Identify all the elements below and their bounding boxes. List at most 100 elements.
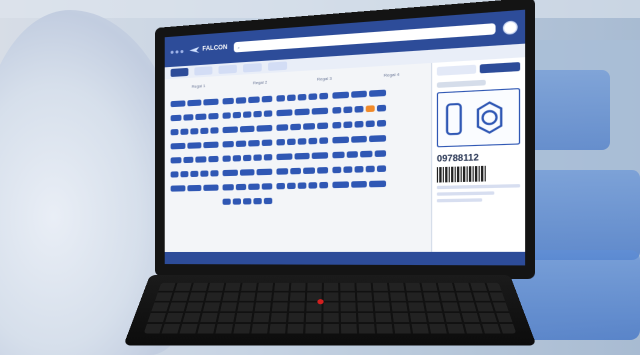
bin[interactable] <box>294 108 310 116</box>
bin[interactable] <box>308 182 318 189</box>
bin[interactable] <box>235 97 247 104</box>
bin[interactable] <box>316 122 329 130</box>
bin[interactable] <box>287 138 296 146</box>
bin[interactable] <box>332 166 342 174</box>
bin[interactable] <box>297 182 307 189</box>
bin[interactable] <box>369 89 387 97</box>
bin[interactable] <box>263 110 273 117</box>
minimize-dot-icon[interactable] <box>175 49 179 54</box>
user-avatar[interactable] <box>502 20 518 35</box>
bin[interactable] <box>297 93 307 101</box>
bin[interactable] <box>319 92 329 100</box>
bin[interactable] <box>235 183 247 191</box>
bin[interactable] <box>308 137 318 145</box>
bin[interactable] <box>253 110 262 118</box>
bin[interactable] <box>343 121 353 129</box>
bin[interactable] <box>187 142 202 149</box>
bin[interactable] <box>243 154 252 162</box>
bin[interactable] <box>222 184 234 191</box>
bin[interactable] <box>276 182 285 190</box>
bin[interactable] <box>319 137 329 144</box>
bin[interactable] <box>332 121 342 129</box>
bin[interactable] <box>170 157 181 164</box>
bin[interactable] <box>343 106 353 114</box>
bin[interactable] <box>207 155 219 163</box>
bin[interactable] <box>203 141 219 149</box>
close-dot-icon[interactable] <box>170 50 174 54</box>
bin[interactable] <box>369 180 387 188</box>
bin[interactable] <box>239 169 255 176</box>
bin[interactable] <box>170 171 179 178</box>
bin[interactable] <box>239 125 255 133</box>
bin[interactable] <box>243 198 252 205</box>
bin[interactable] <box>332 151 344 159</box>
bin[interactable] <box>222 198 231 205</box>
bin[interactable] <box>187 99 202 107</box>
bin[interactable] <box>256 168 273 176</box>
bin[interactable] <box>222 112 231 119</box>
bin[interactable] <box>376 165 387 173</box>
bin[interactable] <box>369 135 387 143</box>
bin[interactable] <box>210 170 219 177</box>
bin[interactable] <box>170 114 181 122</box>
bin[interactable] <box>248 183 260 190</box>
bin[interactable] <box>354 120 364 128</box>
bin[interactable] <box>235 140 247 148</box>
bin[interactable] <box>316 167 329 174</box>
bin[interactable] <box>365 120 375 128</box>
bin[interactable] <box>263 154 273 161</box>
bin[interactable] <box>261 139 273 147</box>
bin[interactable] <box>222 126 238 134</box>
bin[interactable] <box>200 127 209 135</box>
bin[interactable] <box>276 153 293 161</box>
bin[interactable] <box>276 138 285 146</box>
tab-3[interactable] <box>218 64 237 75</box>
bin[interactable] <box>276 124 288 131</box>
trackpoint-icon[interactable] <box>317 299 324 305</box>
bin[interactable] <box>308 93 318 101</box>
bin[interactable] <box>276 168 288 175</box>
bin[interactable] <box>222 155 231 162</box>
bin[interactable] <box>232 111 242 119</box>
bin[interactable] <box>276 95 285 102</box>
bin[interactable] <box>261 95 273 103</box>
bin[interactable] <box>350 180 368 188</box>
bin[interactable] <box>170 128 179 136</box>
bin[interactable] <box>332 106 342 114</box>
tab-4[interactable] <box>243 63 262 73</box>
bin[interactable] <box>294 152 310 160</box>
bin[interactable] <box>287 94 296 102</box>
bin[interactable] <box>210 127 219 134</box>
bin[interactable] <box>365 165 375 173</box>
bin[interactable] <box>261 183 273 190</box>
bin[interactable] <box>350 135 368 143</box>
bin[interactable] <box>276 109 293 117</box>
bin[interactable] <box>312 152 329 160</box>
tab-5[interactable] <box>268 61 288 71</box>
bin[interactable] <box>243 111 252 118</box>
bin[interactable] <box>180 171 189 178</box>
bin[interactable] <box>170 100 186 108</box>
bin[interactable] <box>222 97 234 105</box>
bin[interactable] <box>297 138 307 145</box>
panel-toggle-option-active[interactable] <box>479 62 521 74</box>
bin[interactable] <box>343 166 353 173</box>
bin[interactable] <box>203 184 219 191</box>
tab-1[interactable] <box>170 67 189 78</box>
bin[interactable] <box>190 170 199 178</box>
bin[interactable] <box>354 105 364 113</box>
bin[interactable] <box>222 140 234 148</box>
bin[interactable] <box>376 104 387 112</box>
bin[interactable] <box>248 139 260 147</box>
bin[interactable] <box>354 165 364 173</box>
bin[interactable] <box>182 156 194 164</box>
panel-toggle-option[interactable] <box>436 64 477 76</box>
bin[interactable] <box>263 197 273 205</box>
bin[interactable] <box>360 150 372 158</box>
bin[interactable] <box>253 197 262 205</box>
bin[interactable] <box>319 181 329 189</box>
bin[interactable] <box>303 167 315 175</box>
bin[interactable] <box>303 123 315 130</box>
bin[interactable] <box>256 124 273 132</box>
bin[interactable] <box>289 123 301 131</box>
